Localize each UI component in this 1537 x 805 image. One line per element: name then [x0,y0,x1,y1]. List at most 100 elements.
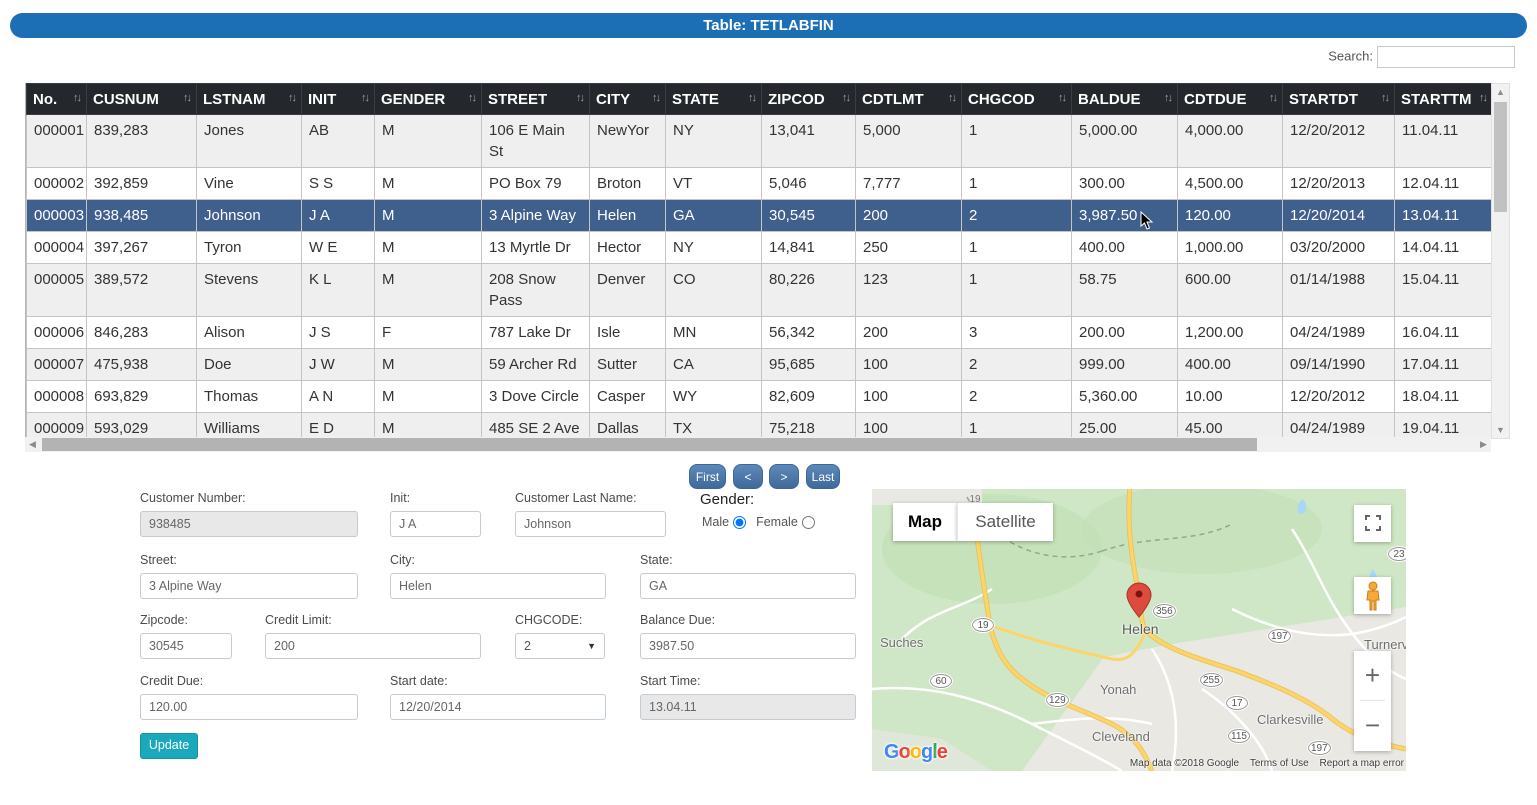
sort-icon[interactable]: ↑↓ [288,91,297,104]
last-name-field[interactable] [515,511,666,537]
table-cell: 106 E Main St [481,114,590,168]
sort-icon[interactable]: ↑↓ [652,91,661,104]
column-header[interactable]: CHGCOD ↑↓ [961,83,1072,115]
table-cell: 45.00 [1177,412,1283,437]
table-row[interactable]: 000005 389,572 Stevens K L M 208 Snow Pass Den… [26,263,1492,317]
credit-due-label: Credit Due: [140,674,204,688]
sort-icon[interactable]: ↑↓ [748,91,757,104]
search-input[interactable] [1377,46,1515,68]
female-radio[interactable] [801,516,815,530]
column-header[interactable]: STARTTM ↑↓ [1394,83,1492,115]
column-header[interactable]: STATE ↑↓ [665,83,762,115]
vertical-scrollbar[interactable]: ▲ ▼ [1491,83,1510,439]
previous-record-button[interactable]: < [733,464,763,489]
customer-table[interactable]: No. ↑↓ CUSNUM ↑↓ LSTNAM ↑↓ INIT ↑↓ GENDER ↑↓ STREE… [25,83,1492,437]
table-cell: 04/24/1989 [1282,412,1395,437]
table-cell: 000002 [26,167,87,200]
column-header[interactable]: CDTDUE ↑↓ [1177,83,1283,115]
table-row[interactable]: 000008 693,829 Thomas A NM3 Dove Circle Casp… [26,380,1492,413]
sort-icon[interactable]: ↑↓ [183,91,192,104]
table-row[interactable]: 000003 938,485 Johnson J AM3 Alpine Way Hele… [26,199,1492,232]
sort-icon[interactable]: ↑↓ [948,91,957,104]
column-header[interactable]: GENDER ↑↓ [374,83,482,115]
scroll-right-icon[interactable]: ▶ [1476,437,1491,452]
column-header[interactable]: CDTLMT ↑↓ [855,83,962,115]
sort-icon[interactable]: ↑↓ [576,91,585,104]
city-field[interactable] [390,573,606,599]
first-record-button[interactable]: First [689,464,726,489]
table-cell: 14.04.11 [1394,231,1492,264]
street-field[interactable] [140,573,358,599]
sort-icon[interactable]: ↑↓ [1058,91,1067,104]
table-cell: AB [301,114,375,168]
column-header[interactable]: STREET ↑↓ [481,83,590,115]
next-record-button[interactable]: > [769,464,799,489]
scroll-up-icon[interactable]: ▲ [1492,84,1509,100]
table-cell: M [374,114,482,168]
table-row[interactable]: 000006 846,283 Alison J S F 787 Lake Dr Isle MN… [26,316,1492,349]
street-view-pegman-icon[interactable] [1354,577,1391,614]
balance-due-field[interactable] [640,633,856,659]
scroll-left-icon[interactable]: ◀ [25,437,40,452]
sort-icon[interactable]: ↑↓ [1164,91,1173,104]
table-cell: 693,829 [86,380,197,413]
sort-icon[interactable]: ↑↓ [1381,91,1390,104]
horizontal-scroll-thumb[interactable] [42,438,1257,451]
sort-icon[interactable]: ↑↓ [468,91,477,104]
column-header[interactable]: No. ↑↓ [26,83,87,115]
column-header[interactable]: INIT ↑↓ [301,83,375,115]
table-cell: 16.04.11 [1394,316,1492,349]
female-radio-label: Female [756,515,798,529]
column-header[interactable]: CITY ↑↓ [589,83,666,115]
last-record-button[interactable]: Last [806,464,840,489]
table-row[interactable]: 000007 475,938 Doe J W M 59 Archer Rd Sutter CA… [26,348,1492,381]
start-time-field[interactable] [640,694,856,720]
start-date-field[interactable] [390,694,606,720]
table-cell: 100 [855,348,962,381]
map-view-button[interactable]: Map [893,503,957,541]
terms-of-use-link[interactable]: Terms of Use [1250,758,1309,769]
state-field[interactable] [640,573,856,599]
sort-icon[interactable]: ↑↓ [73,91,82,104]
table-row[interactable]: 000009 593,029 Williams E D M 485 SE 2 Ave Dal… [26,412,1492,437]
table-cell: 1 [961,263,1072,317]
sort-icon[interactable]: ↑↓ [361,91,370,104]
google-map[interactable]: Suches Yonah Cleveland Clarkesville Turn… [872,489,1406,771]
column-header[interactable]: STARTDT ↑↓ [1282,83,1395,115]
chgcode-select[interactable]: 2 ▼ [515,633,605,659]
table-cell: 18.04.11 [1394,380,1492,413]
credit-limit-field[interactable] [265,633,481,659]
male-radio[interactable] [733,516,747,530]
column-header[interactable]: CUSNUM ↑↓ [86,83,197,115]
table-cell: 100 [855,412,962,437]
table-row[interactable]: 000002 392,859 Vine S S M PO Box 79 Broton VT 5,… [26,167,1492,200]
horizontal-scrollbar[interactable]: ◀ ▶ [25,437,1491,452]
zoom-out-button[interactable]: − [1354,701,1391,750]
sort-icon[interactable]: ↑↓ [1479,91,1488,104]
column-header[interactable]: LSTNAM ↑↓ [196,83,302,115]
report-map-error-link[interactable]: Report a map error [1320,758,1404,769]
credit-due-field[interactable] [140,694,358,720]
table-cell: 03/20/2000 [1282,231,1395,264]
satellite-view-button[interactable]: Satellite [957,503,1053,541]
customer-number-field[interactable] [140,511,358,537]
sort-icon[interactable]: ↑↓ [842,91,851,104]
sort-icon[interactable]: ↑↓ [1269,91,1278,104]
map-place-cleveland: Cleveland [1092,729,1150,744]
map-place-yonah: Yonah [1100,682,1137,697]
init-field[interactable] [390,511,481,537]
table-cell: 01/14/1988 [1282,263,1395,317]
column-header[interactable]: BALDUE ↑↓ [1071,83,1178,115]
vertical-scroll-thumb[interactable] [1494,102,1507,212]
fullscreen-icon[interactable] [1354,505,1391,542]
table-row[interactable]: 000004 397,267 Tyron W E M 13 Myrtle Dr Hector… [26,231,1492,264]
column-header[interactable]: ZIPCOD ↑↓ [761,83,856,115]
update-button[interactable]: Update [140,733,198,759]
zoom-in-button[interactable]: + [1354,651,1391,700]
table-row[interactable]: 000001 839,283 Jones AB M 106 E Main St NewYor… [26,114,1492,168]
zipcode-field[interactable] [140,633,232,659]
credit-limit-label: Credit Limit: [265,613,332,627]
scroll-down-icon[interactable]: ▼ [1492,422,1509,438]
table-cell: 2 [961,199,1072,232]
table-cell: 5,360.00 [1071,380,1178,413]
